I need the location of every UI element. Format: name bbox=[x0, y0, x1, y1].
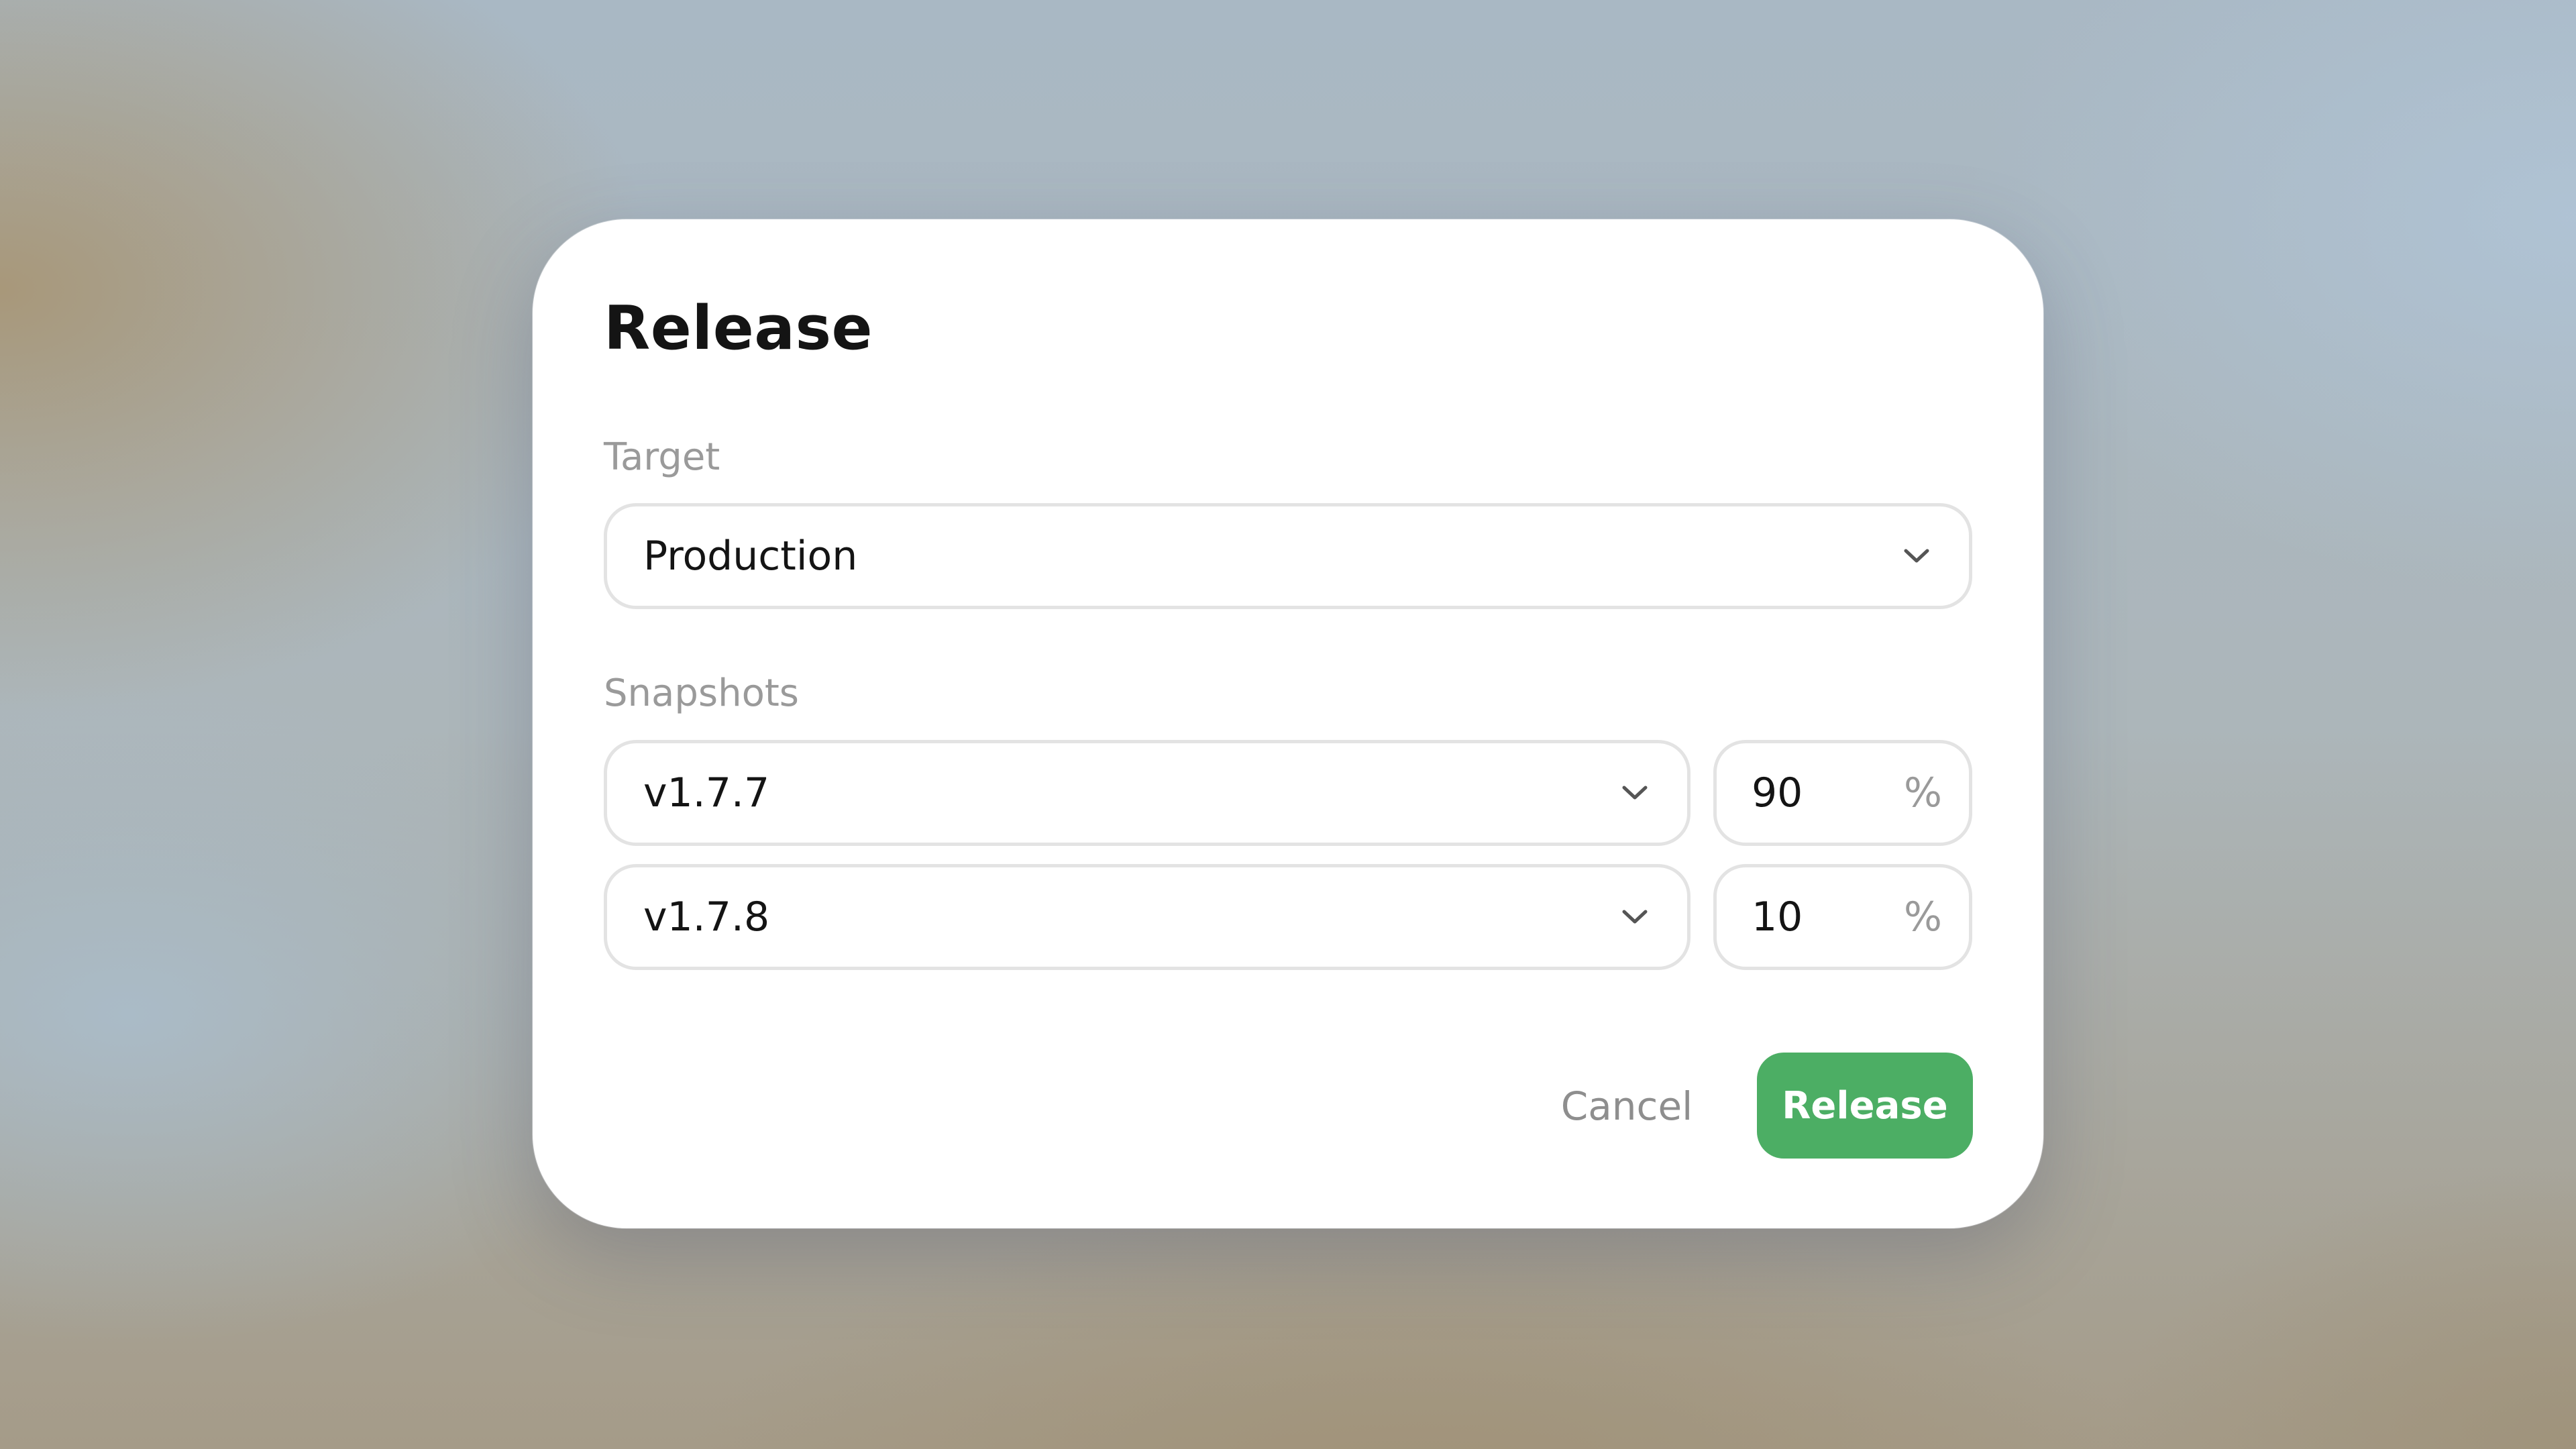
snapshot-percent-input-2[interactable]: 10 % bbox=[1713, 864, 1972, 970]
chevron-down-icon bbox=[1615, 897, 1655, 937]
snapshot-percent-value: 90 bbox=[1752, 769, 1803, 816]
release-button[interactable]: Release bbox=[1757, 1053, 1973, 1159]
snapshots-label: Snapshots bbox=[604, 672, 799, 715]
dialog-title: Release bbox=[604, 293, 873, 364]
snapshot-version-value: v1.7.7 bbox=[643, 769, 770, 816]
cancel-button[interactable]: Cancel bbox=[1550, 1053, 1704, 1160]
chevron-down-icon bbox=[1896, 536, 1937, 576]
snapshot-percent-value: 10 bbox=[1752, 894, 1803, 941]
chevron-down-icon bbox=[1615, 773, 1655, 813]
percent-unit: % bbox=[1903, 894, 1942, 941]
snapshot-percent-input-1[interactable]: 90 % bbox=[1713, 740, 1972, 846]
release-dialog: Release Target Production Snapshots v1.7… bbox=[533, 219, 2043, 1228]
target-select[interactable]: Production bbox=[604, 503, 1972, 609]
target-label: Target bbox=[604, 435, 720, 479]
snapshot-version-select-1[interactable]: v1.7.7 bbox=[604, 740, 1690, 846]
target-select-value: Production bbox=[643, 533, 858, 580]
percent-unit: % bbox=[1903, 769, 1942, 816]
snapshot-version-value: v1.7.8 bbox=[643, 894, 770, 941]
snapshot-version-select-2[interactable]: v1.7.8 bbox=[604, 864, 1690, 970]
